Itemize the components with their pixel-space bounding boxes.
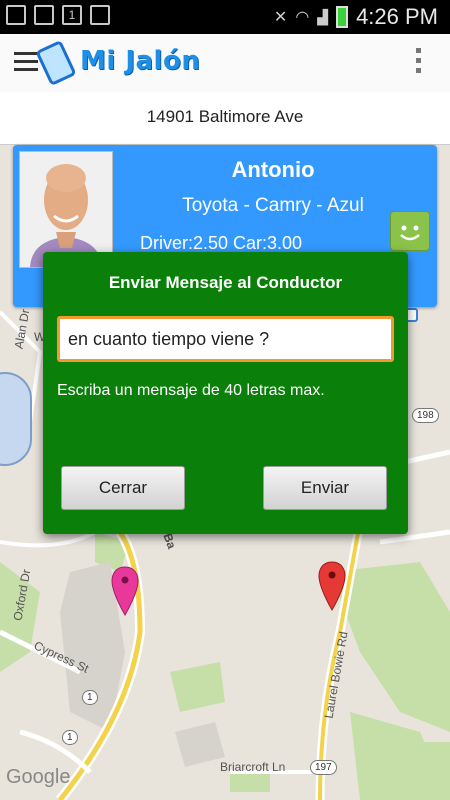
clock: 4:26 PM	[356, 4, 438, 29]
origin-pin-icon[interactable]	[110, 565, 140, 617]
driver-pin-icon[interactable]	[317, 560, 347, 612]
driver-name: Antonio	[231, 157, 315, 182]
google-attribution: Google	[6, 766, 71, 788]
smiley-icon	[400, 225, 420, 241]
route-197-shield: 197	[310, 760, 337, 775]
message-driver-button[interactable]	[390, 211, 430, 251]
sim-icon	[90, 5, 110, 25]
map-location-control[interactable]	[0, 372, 32, 466]
file-icon	[34, 5, 54, 25]
driver-vehicle: Toyota - Camry - Azul	[182, 195, 364, 216]
battery-icon	[336, 6, 349, 28]
driver-photo	[19, 151, 113, 268]
route-198-shield: 198	[412, 408, 439, 423]
notification-badge: 1	[62, 5, 82, 25]
route-1-shield: 1	[82, 690, 98, 705]
message-hint: Escriba un mensaje de 40 letras max.	[57, 382, 325, 399]
send-message-dialog: Enviar Mensaje al Conductor Escriba un m…	[43, 252, 408, 534]
send-button[interactable]: Enviar	[263, 466, 387, 510]
signal-icon: ▟	[317, 8, 329, 25]
mute-icon: ✕	[273, 9, 288, 26]
dialog-title: Enviar Mensaje al Conductor	[108, 273, 343, 292]
close-button[interactable]: Cerrar	[61, 466, 185, 510]
menu-icon[interactable]	[14, 52, 38, 76]
wifi-icon: ◠	[295, 9, 310, 26]
road-label-briarcroft: Briarcroft Ln	[220, 760, 286, 774]
status-left-icons: 1	[6, 5, 110, 25]
app-title: Mi Jalón	[80, 46, 201, 76]
overflow-menu-icon[interactable]	[416, 48, 422, 78]
status-right-icons: ✕ ◠ ▟ 4:26 PM	[274, 4, 438, 30]
gallery-icon	[6, 5, 26, 25]
message-input[interactable]	[57, 316, 394, 362]
app-bar: Mi Jalón	[0, 34, 450, 93]
app-logo-icon	[35, 39, 77, 87]
driver-rating: Driver:2.50 Car:3.00	[140, 233, 303, 253]
address-bar[interactable]: 14901 Baltimore Ave	[0, 92, 450, 145]
route-1-shield-2: 1	[62, 730, 78, 745]
status-bar: 1 ✕ ◠ ▟ 4:26 PM	[0, 0, 450, 34]
